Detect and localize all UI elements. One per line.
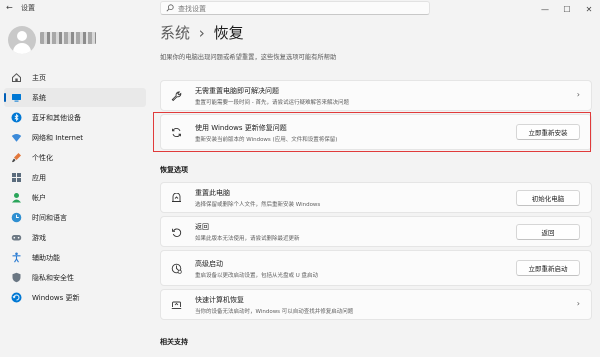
sidebar-item-windows-update[interactable]: Windows 更新 [4, 288, 146, 307]
go-back-button[interactable]: 返回 [516, 224, 580, 240]
sidebar-item-label: 帐户 [32, 193, 46, 202]
sidebar-item-accounts[interactable]: 帐户 [4, 188, 146, 207]
search-input[interactable]: 查找设置 [160, 1, 430, 15]
card-description: 如果此版本无法使用，请尝试删除最近更新 [195, 236, 300, 242]
minimize-button[interactable]: — [534, 0, 556, 18]
advanced-startup-icon [171, 263, 182, 274]
sidebar-item-network[interactable]: 网络和 Internet [4, 128, 146, 147]
back-arrow-icon[interactable]: ← [6, 3, 13, 13]
accessibility-icon [11, 252, 22, 263]
chevron-right-icon: › [576, 90, 580, 99]
search-placeholder: 查找设置 [178, 5, 206, 13]
reset-pc-icon [172, 193, 181, 202]
system-icon [11, 92, 22, 103]
card-title: 高级启动 [195, 260, 223, 268]
sidebar-item-label: 蓝牙和其他设备 [32, 113, 81, 122]
sidebar-item-label: 系统 [32, 93, 46, 102]
sidebar-item-label: 隐私和安全性 [32, 273, 74, 282]
profile-name-redacted [40, 32, 96, 44]
globe-clock-icon [11, 212, 22, 223]
avatar[interactable] [8, 26, 36, 54]
sidebar-item-label: 网络和 Internet [32, 133, 84, 142]
window-controls: — ☐ ✕ [534, 0, 600, 18]
card-title: 快速计算机恢复 [195, 296, 244, 304]
card-description: 重启设备以更改启动设置，包括从光盘或 U 盘启动 [195, 273, 319, 279]
go-back-card: 返回 如果此版本无法使用，请尝试删除最近更新 返回 [160, 216, 592, 247]
card-description: 选择保留或删除个人文件，然后重新安装 Windows [195, 202, 321, 208]
wrench-icon [171, 91, 182, 102]
card-title: 无需重置电脑即可解决问题 [195, 87, 279, 95]
sidebar-item-label: 游戏 [32, 233, 46, 242]
maximize-button[interactable]: ☐ [556, 0, 578, 18]
card-description: 重置可能需要一段时间 - 首先，请尝试运行疑难解答来解决问题 [195, 100, 349, 106]
gamepad-icon [11, 232, 22, 243]
app-title: 设置 [21, 4, 35, 12]
section-title-recovery: 恢复选项 [160, 166, 188, 174]
reset-pc-card: 重置此电脑 选择保留或删除个人文件，然后重新安装 Windows 初始化电脑 [160, 182, 592, 213]
sidebar-nav: 主页 系统 蓝牙和其他设备 网络和 Internet 个性化 应用 帐户 时间和… [0, 68, 150, 308]
chevron-right-icon: › [576, 299, 580, 308]
update-icon [11, 292, 22, 303]
sidebar-item-accessibility[interactable]: 辅助功能 [4, 248, 146, 267]
sidebar-item-label: 时间和语言 [32, 213, 67, 222]
restart-now-button[interactable]: 立即重新启动 [516, 260, 580, 276]
sidebar-item-home[interactable]: 主页 [4, 68, 146, 87]
sidebar-item-system[interactable]: 系统 [4, 88, 146, 107]
wifi-icon [11, 132, 22, 143]
troubleshoot-card[interactable]: 无需重置电脑即可解决问题 重置可能需要一段时间 - 首先，请尝试运行疑难解答来解… [160, 80, 592, 111]
apps-icon [11, 172, 22, 183]
section-title-related-support: 相关支持 [160, 338, 188, 346]
home-icon [11, 72, 22, 83]
card-title: 返回 [195, 223, 209, 231]
page-description: 如果你的电脑出现问题或希望重置，这些恢复选项可能有所帮助 [160, 54, 337, 61]
breadcrumb-separator: › [198, 24, 205, 42]
sidebar-item-label: Windows 更新 [32, 293, 80, 302]
sidebar-item-apps[interactable]: 应用 [4, 168, 146, 187]
quick-recovery-icon [171, 301, 182, 309]
sidebar-item-label: 应用 [32, 173, 46, 182]
sidebar-item-bluetooth[interactable]: 蓝牙和其他设备 [4, 108, 146, 127]
quick-recovery-card[interactable]: 快速计算机恢复 当你的设备无法启动时，Windows 可以自动查找并修复启动问题… [160, 289, 592, 320]
paintbrush-icon [11, 152, 22, 163]
bluetooth-icon [11, 112, 22, 123]
reset-pc-button[interactable]: 初始化电脑 [516, 190, 580, 206]
sidebar-item-label: 个性化 [32, 153, 53, 162]
sidebar-item-label: 主页 [32, 73, 46, 82]
sidebar-item-time-language[interactable]: 时间和语言 [4, 208, 146, 227]
sidebar-item-personalization[interactable]: 个性化 [4, 148, 146, 167]
sidebar-item-label: 辅助功能 [32, 253, 60, 262]
advanced-startup-card: 高级启动 重启设备以更改启动设置，包括从光盘或 U 盘启动 立即重新启动 [160, 250, 592, 286]
breadcrumb-parent[interactable]: 系统 [160, 24, 190, 42]
search-icon [166, 4, 174, 12]
history-icon [172, 228, 182, 237]
highlight-box [153, 112, 591, 152]
shield-icon [11, 272, 22, 283]
card-title: 重置此电脑 [195, 189, 230, 197]
card-description: 当你的设备无法启动时，Windows 可以自动查找并修复启动问题 [195, 309, 354, 315]
account-icon [11, 192, 22, 203]
sidebar-item-privacy-security[interactable]: 隐私和安全性 [4, 268, 146, 287]
page-title: 系统 › 恢复 [160, 22, 244, 43]
breadcrumb-current: 恢复 [213, 24, 244, 42]
close-button[interactable]: ✕ [578, 0, 600, 18]
sidebar-item-gaming[interactable]: 游戏 [4, 228, 146, 247]
